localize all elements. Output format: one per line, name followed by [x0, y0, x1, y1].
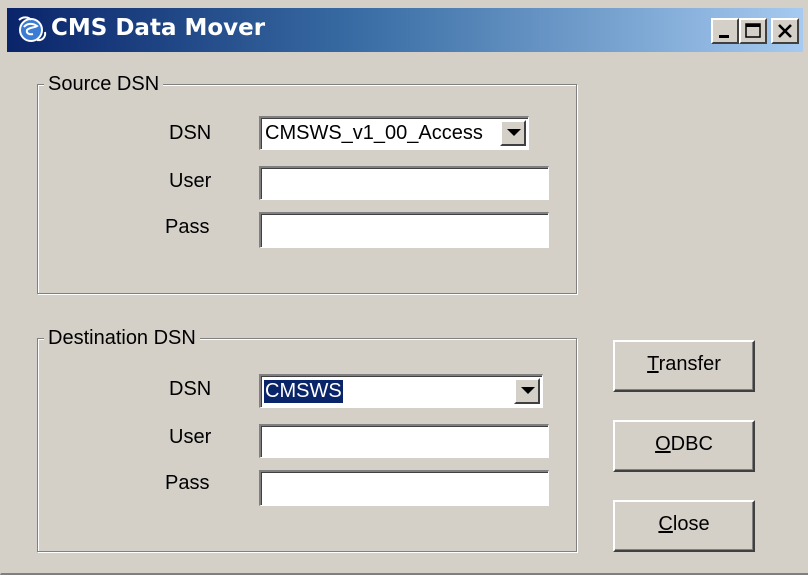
destination-user-label: User — [169, 426, 212, 448]
source-dsn-legend: Source DSN — [44, 71, 164, 97]
destination-pass-label: Pass — [165, 472, 210, 494]
close-dialog-button[interactable]: Close — [613, 500, 755, 552]
odbc-button[interactable]: ODBC — [613, 420, 755, 472]
source-pass-field[interactable] — [259, 212, 549, 248]
minimize-icon — [719, 35, 729, 38]
close-button-label: Close — [658, 513, 710, 535]
close-button[interactable] — [771, 18, 799, 44]
minimize-button[interactable] — [711, 18, 739, 44]
cms-app-icon — [18, 16, 47, 42]
maximize-button[interactable] — [739, 18, 767, 44]
destination-dsn-value: CMSWS — [264, 380, 343, 403]
transfer-button[interactable]: Transfer — [613, 340, 755, 392]
source-user-field[interactable] — [259, 166, 549, 200]
chevron-down-icon — [521, 387, 535, 394]
cms-data-mover-window: CMS Data Mover Source DSN DSN CMSWS_v1_0… — [0, 0, 808, 575]
transfer-button-label: Transfer — [647, 353, 721, 375]
source-dsn-dropdown-button[interactable] — [500, 120, 526, 146]
destination-dsn-legend: Destination DSN — [44, 325, 200, 351]
chevron-down-icon — [507, 129, 521, 136]
source-dsn-label: DSN — [169, 122, 212, 144]
destination-dsn-combobox[interactable]: CMSWS — [259, 374, 543, 408]
destination-user-field[interactable] — [259, 424, 549, 458]
destination-dsn-dropdown-button[interactable] — [514, 378, 540, 404]
window-title: CMS Data Mover — [51, 15, 266, 41]
source-dsn-value: CMSWS_v1_00_Access — [265, 122, 483, 144]
destination-pass-field[interactable] — [259, 470, 549, 506]
source-user-label: User — [169, 170, 212, 192]
title-bar[interactable]: CMS Data Mover — [7, 8, 803, 52]
maximize-icon — [745, 23, 761, 38]
source-pass-label: Pass — [165, 216, 210, 238]
odbc-button-label: ODBC — [655, 433, 713, 455]
source-dsn-combobox[interactable]: CMSWS_v1_00_Access — [259, 116, 529, 150]
close-icon — [778, 24, 792, 38]
destination-dsn-label: DSN — [169, 378, 212, 400]
